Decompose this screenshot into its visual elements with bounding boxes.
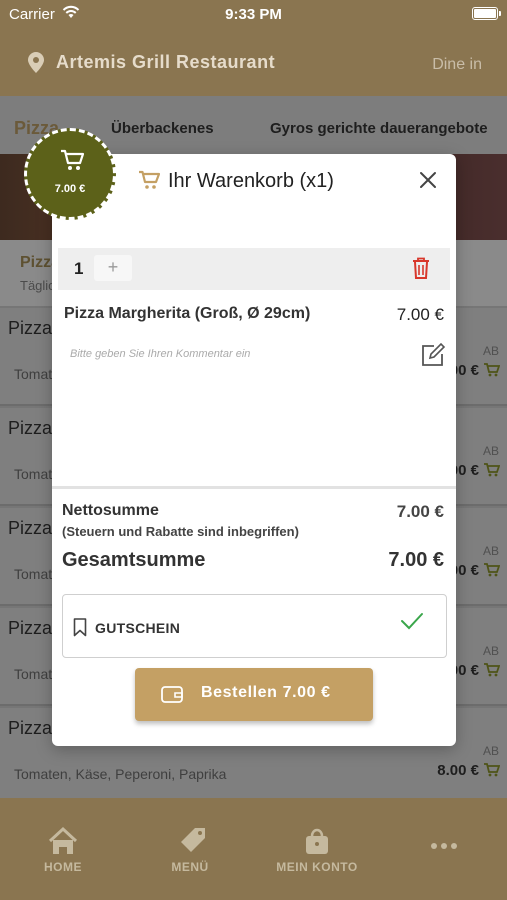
restaurant-name[interactable]: Artemis Grill Restaurant [56, 52, 275, 73]
price-prefix: AB [482, 544, 499, 558]
coupon-label: GUTSCHEIN [95, 620, 181, 636]
grand-total-label: Gesamtsumme [62, 549, 206, 571]
clock: 9:33 PM [225, 6, 282, 23]
tab-menu-label: MENÜ [171, 860, 209, 874]
menu-item-description: Tomaten, Käse, Peperoni, Paprika [14, 766, 227, 782]
tab-gyros[interactable]: Gyros gerichte dauerangebote [270, 120, 488, 137]
section-divider [52, 486, 456, 489]
edit-icon[interactable] [420, 342, 446, 368]
add-to-cart-icon[interactable] [484, 363, 500, 377]
menu-item-name: Pizza [8, 318, 53, 338]
shopping-bag-icon [306, 828, 328, 854]
tag-icon [181, 828, 205, 852]
wallet-icon [161, 686, 183, 703]
trash-icon[interactable] [412, 257, 430, 279]
price-prefix: AB [482, 644, 499, 658]
cart-dialog: Ihr Warenkorb (x1) 1 + Pizza Margherita … [52, 154, 456, 746]
coupon-field[interactable]: GUTSCHEIN [62, 594, 447, 658]
menu-item-name: Pizza [8, 418, 53, 438]
bottom-tab-bar: HOME MENÜ MEIN KONTO [0, 798, 507, 900]
add-to-cart-icon[interactable] [484, 663, 500, 677]
cart-item-price: 7.00 € [396, 305, 444, 324]
price-prefix: AB [482, 744, 499, 758]
home-icon [48, 826, 78, 854]
more-dots-icon [431, 843, 457, 849]
increase-quantity-button[interactable]: + [94, 255, 132, 281]
menu-item-price: 8.00 € [437, 762, 479, 779]
battery-icon [472, 7, 501, 20]
tab-account[interactable]: MEIN KONTO [262, 826, 372, 874]
tab-more[interactable] [389, 826, 499, 860]
bookmark-icon [73, 618, 87, 637]
grand-total-value: 7.00 € [388, 549, 444, 571]
add-to-cart-icon[interactable] [484, 763, 500, 777]
close-icon[interactable] [414, 166, 442, 194]
tab-ueberbackenes[interactable]: Überbackenes [111, 120, 214, 137]
cart-title: Ihr Warenkorb (x1) [168, 170, 334, 192]
net-total-value: 7.00 € [396, 502, 444, 521]
tab-menu[interactable]: MENÜ [135, 826, 245, 874]
cart-badge-amount: 7.00 € [54, 183, 86, 195]
tab-account-label: MEIN KONTO [276, 860, 358, 874]
price-prefix: AB [482, 344, 499, 358]
menu-item-name: Pizza [8, 718, 53, 738]
comment-input[interactable]: Bitte geben Sie Ihren Kommentar ein [70, 348, 250, 360]
menu-item-name: Pizza [8, 618, 53, 638]
quantity-row: 1 + [58, 248, 450, 290]
order-mode-selector[interactable]: Dine in [432, 56, 482, 74]
tax-note: (Steuern und Rabatte sind inbegriffen) [62, 524, 299, 539]
order-button-label: Bestellen 7.00 € [201, 684, 331, 701]
cart-item-name: Pizza Margherita (Groß, Ø 29cm) [64, 305, 311, 322]
quantity-value: 1 [74, 259, 84, 278]
price-prefix: AB [482, 444, 499, 458]
add-to-cart-icon[interactable] [484, 563, 500, 577]
location-pin-icon [28, 52, 44, 73]
add-to-cart-icon[interactable] [484, 463, 500, 477]
checkmark-icon[interactable] [400, 611, 424, 631]
tab-home[interactable]: HOME [8, 826, 118, 874]
app-header: Artemis Grill Restaurant Dine in [0, 28, 507, 96]
cart-badge[interactable]: 7.00 € [24, 128, 116, 220]
tab-home-label: HOME [44, 860, 82, 874]
menu-item-name: Pizza [8, 518, 53, 538]
order-button[interactable]: Bestellen 7.00 € [135, 668, 373, 721]
cart-icon [139, 170, 160, 189]
status-bar: Carrier 9:33 PM [0, 0, 507, 28]
cart-icon [61, 149, 84, 170]
net-total-label: Nettosumme [62, 502, 159, 519]
